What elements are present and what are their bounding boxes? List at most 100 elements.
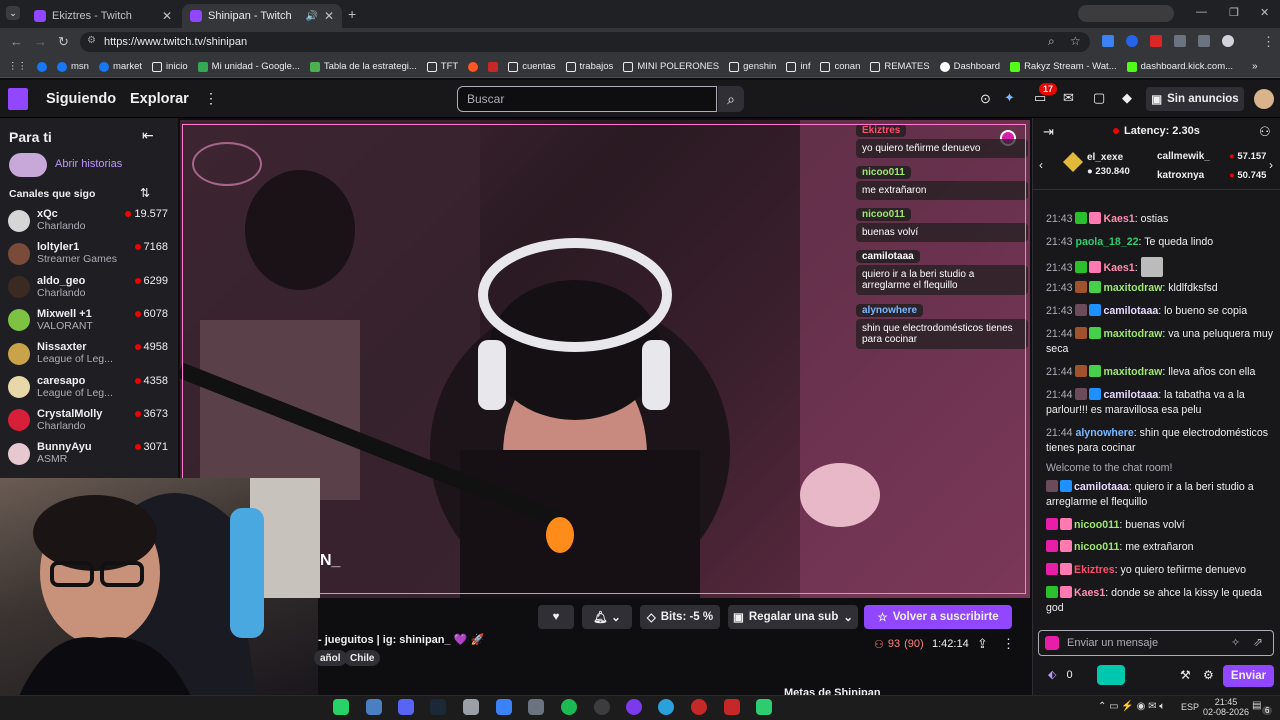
profile-avatar[interactable] [1222, 35, 1234, 47]
share-icon[interactable]: ⇪ [977, 636, 988, 652]
badge-icon[interactable] [1045, 636, 1059, 650]
more-bookmarks-icon[interactable]: » [1252, 61, 1258, 72]
bookmark[interactable]: Dashboard [939, 61, 1000, 72]
tag-country[interactable]: Chile [344, 650, 381, 666]
sidebar-channel[interactable]: Mixwell +1 VALORANT 6078 [8, 304, 168, 337]
reload-icon[interactable]: ↻ [58, 34, 69, 50]
bookmark[interactable] [488, 61, 499, 72]
user-avatar[interactable] [1254, 89, 1274, 109]
drops-icon[interactable]: ✦ [1004, 90, 1015, 106]
chat-message[interactable]: Ekiztres: yo quiero teñirme denuevo [1046, 563, 1274, 578]
minimize-icon[interactable]: — [1196, 6, 1207, 18]
opera-icon[interactable] [691, 699, 707, 715]
chat-message[interactable]: 21:44 maxitodraw: lleva años con ella [1046, 365, 1274, 380]
message-username[interactable]: alynowhere [1075, 427, 1133, 439]
bookmark[interactable]: genshin [729, 61, 776, 72]
message-username[interactable]: paola_18_22 [1075, 236, 1138, 248]
tag-language[interactable]: añol [314, 650, 347, 666]
message-username[interactable]: maxitodraw [1103, 282, 1162, 294]
chat-message[interactable]: 21:43 camilotaaa: lo bueno se copia [1046, 304, 1274, 319]
chat-message[interactable]: Kaes1: donde se ahce la kissy le queda g… [1046, 586, 1274, 616]
notification-center-icon[interactable]: ▤ [1252, 700, 1261, 711]
nav-following[interactable]: Siguiendo [46, 91, 116, 107]
bookmark-star-icon[interactable]: ☆ [1070, 34, 1081, 48]
message-username[interactable]: Kaes1 [1103, 213, 1134, 225]
message-username[interactable]: nicoo011 [1074, 541, 1119, 553]
site-info-icon[interactable]: ⚙ [87, 35, 96, 46]
sidebar-channel[interactable]: Nissaxter League of Leg... 4958 [8, 337, 168, 370]
search-input[interactable]: Buscar [457, 86, 717, 112]
chat-message[interactable]: 21:43 Kaes1: [1046, 257, 1274, 277]
reading-list-icon[interactable] [1198, 35, 1210, 47]
chat-message[interactable]: camilotaaa: quiero ir a la beri studio a… [1046, 480, 1274, 510]
message-username[interactable]: maxitodraw [1103, 328, 1162, 340]
bookmark[interactable]: cuentas [508, 61, 556, 72]
discord-icon[interactable] [398, 699, 414, 715]
sidebar-channel[interactable]: CrystalMolly Charlando 3673 [8, 404, 168, 437]
bookmark-facebook[interactable] [37, 61, 47, 72]
claim-bonus-button[interactable] [1097, 665, 1125, 685]
browser-tab-shinipan[interactable]: Shinipan - Twitch 🔊 ✕ [182, 4, 342, 28]
next-icon[interactable]: › [1269, 158, 1273, 172]
forward-icon[interactable]: → [34, 34, 47, 49]
extension-icon[interactable] [1102, 35, 1114, 47]
bookmark[interactable] [468, 61, 479, 72]
chat-message[interactable]: 21:44 alynowhere: shin que electrodomést… [1046, 426, 1274, 456]
bookmark[interactable]: inf [786, 61, 810, 72]
close-tab-icon[interactable]: ✕ [324, 9, 334, 23]
app-icon[interactable] [463, 699, 479, 715]
collapse-sidebar-icon[interactable]: ⇤ [142, 127, 154, 144]
chat-message[interactable]: 21:44 maxitodraw: va una peluquera muy s… [1046, 327, 1274, 357]
sort-icon[interactable]: ⇅ [140, 186, 150, 200]
more-icon[interactable]: ⋮ [204, 90, 218, 107]
browser-tab-ekiztres[interactable]: Ekiztres - Twitch ✕ [26, 4, 180, 28]
prime-icon[interactable]: ⊙ [980, 91, 991, 107]
chat-message[interactable]: 21:44 camilotaaa: la tabatha va a la par… [1046, 388, 1274, 418]
sidebar-channel[interactable]: aldo_geo Charlando 6299 [8, 271, 168, 304]
bookmark[interactable]: inicio [152, 61, 188, 72]
nav-browse[interactable]: Explorar [130, 91, 189, 107]
bookmark[interactable]: conan [820, 61, 860, 72]
tools-icon[interactable]: ⚒ [1180, 668, 1191, 682]
puzzle-icon[interactable] [1174, 35, 1186, 47]
speaker-icon[interactable]: 🔊 [305, 11, 317, 22]
send-button[interactable]: Enviar [1223, 665, 1274, 687]
bookmark[interactable]: REMATES [870, 61, 930, 72]
sidebar-channel[interactable]: BunnyAyu ASMR 3071 [8, 437, 168, 470]
maximize-icon[interactable]: ❐ [1229, 6, 1239, 19]
notification-button[interactable]: 🔔︎ ⌄ [582, 605, 632, 629]
extension-icon[interactable] [1150, 35, 1162, 47]
prev-icon[interactable]: ‹ [1039, 158, 1043, 172]
chat-message[interactable]: 21:43 maxitodraw: kldlfdksfsd [1046, 281, 1274, 296]
sidebar-channel[interactable]: loltyler1 Streamer Games 7168 [8, 237, 168, 270]
whatsapp-icon[interactable] [333, 699, 349, 715]
resubscribe-button[interactable]: ☆ Volver a suscribirte [864, 605, 1012, 629]
chat-message[interactable]: nicoo011: me extrañaron [1046, 540, 1274, 555]
message-username[interactable]: Ekiztres [1074, 564, 1115, 576]
clock[interactable]: 21:45 02-08-2026 [1203, 697, 1249, 717]
emote-picker-icon[interactable]: ✧ [1231, 636, 1240, 649]
bits-icon[interactable]: ◆ [1122, 90, 1132, 106]
calculator-icon[interactable] [528, 699, 544, 715]
bookmark[interactable]: Tabla de la estrategi... [309, 61, 417, 72]
chat-input[interactable]: Enviar un mensaje ✧ ⇗ [1038, 630, 1274, 656]
telegram-icon[interactable] [658, 699, 674, 715]
follow-button[interactable]: ♥ [538, 605, 574, 629]
ad-free-button[interactable]: ▣ Sin anuncios [1146, 87, 1244, 111]
bookmark[interactable]: TFT [426, 61, 458, 72]
channel-points[interactable]: ⬖ 0 [1048, 668, 1073, 682]
seventv-icon[interactable]: ⇗ [1253, 635, 1263, 649]
bookmark[interactable]: trabajos [565, 61, 613, 72]
address-bar[interactable]: ⚙ https://www.twitch.tv/shinipan ⌕ ☆ [80, 32, 1090, 52]
twitch-logo-icon[interactable] [8, 88, 28, 110]
app-icon[interactable] [366, 699, 382, 715]
apps-icon[interactable]: ⋮⋮ [8, 61, 27, 72]
app-icon[interactable] [626, 699, 642, 715]
bookmark[interactable]: market [98, 61, 142, 72]
bookmark[interactable]: Rakyz Stream - Wat... [1010, 61, 1117, 72]
stories-avatars[interactable] [9, 153, 47, 177]
chat-message[interactable]: 21:43 Kaes1: ostias [1046, 212, 1274, 227]
search-button[interactable]: ⌕ [718, 86, 744, 112]
bookmark[interactable]: MINI POLERONES [623, 61, 719, 72]
new-tab-icon[interactable]: + [348, 6, 356, 22]
